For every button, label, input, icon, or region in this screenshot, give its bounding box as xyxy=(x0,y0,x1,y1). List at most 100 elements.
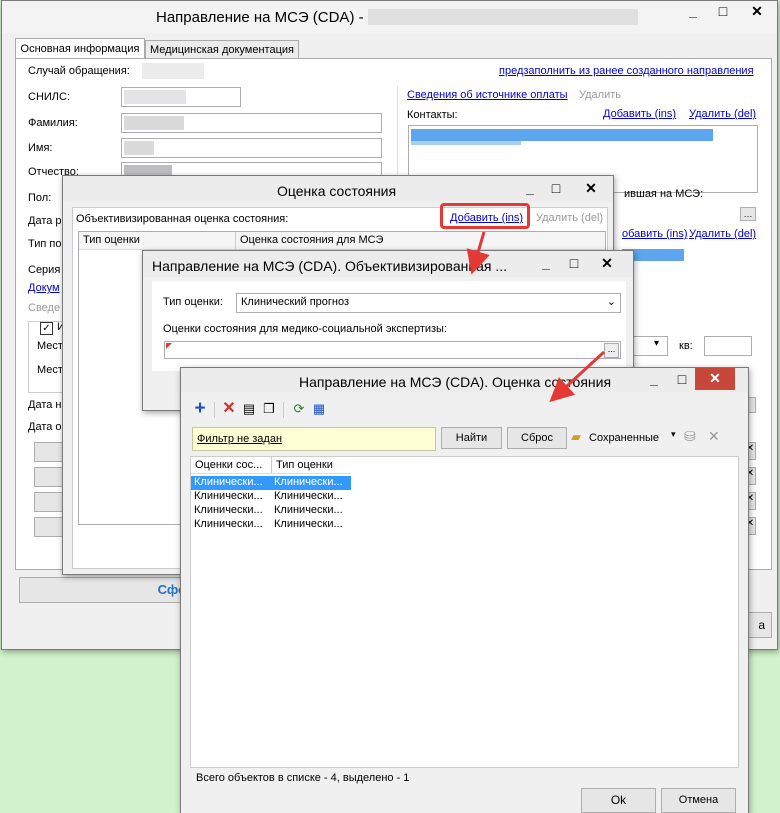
name-label: Имя: xyxy=(28,142,53,154)
place-label-1: Мест xyxy=(37,340,63,352)
picker-grid-header: Оценки сос... Тип оценки xyxy=(191,457,351,474)
obj-maximize-icon[interactable]: □ xyxy=(559,253,589,274)
assess-maximize-icon[interactable]: □ xyxy=(541,178,571,199)
tab-medical-docs[interactable]: Медицинская документация xyxy=(145,40,299,59)
close-icon[interactable]: ✕ xyxy=(737,1,777,22)
obj-minimize-icon[interactable]: _ xyxy=(531,253,561,274)
assess-col-type: Тип оценки xyxy=(83,234,140,246)
row-cell-type: Клинически... xyxy=(274,490,343,502)
picker-titlebar: Направление на МСЭ (CDA). Оценка состоян… xyxy=(181,368,748,392)
save-filter-icon[interactable]: ⛁ xyxy=(684,428,696,445)
saved-dropdown-icon[interactable]: ▾ xyxy=(671,429,676,440)
delete-icon[interactable]: ✕ xyxy=(221,401,237,417)
obj-title: Направление на МСЭ (CDA). Объективизиров… xyxy=(152,258,508,274)
row-cell-assessment: Клинически... xyxy=(194,504,263,516)
row-cell-type: Клинически... xyxy=(274,476,343,488)
main-title: Направление на МСЭ (CDA) - xyxy=(156,9,364,26)
surname-label: Фамилия: xyxy=(28,117,78,129)
minimize-icon[interactable]: _ xyxy=(678,1,708,22)
row-cell-assessment: Клинически... xyxy=(194,518,263,530)
doc-type-label: Тип по xyxy=(28,238,62,250)
obj-titlebar: Направление на МСЭ (CDA). Объективизиров… xyxy=(143,251,633,277)
ok-button[interactable]: Ok xyxy=(581,788,656,813)
table-row[interactable]: Клинически... Клинически... xyxy=(191,518,351,532)
picker-grid[interactable]: Оценки сос... Тип оценки Клинически... К… xyxy=(190,456,739,768)
obj-assess-field[interactable]: ... xyxy=(164,341,621,359)
find-button[interactable]: Найти xyxy=(441,427,502,449)
assess-add-link[interactable]: Добавить (ins) xyxy=(450,212,523,224)
picker-window: Направление на МСЭ (CDA). Оценка состоян… xyxy=(180,367,749,813)
assess-close-icon[interactable]: ✕ xyxy=(571,178,611,199)
row-cell-assessment: Клинически... xyxy=(194,490,263,502)
assess-col-divider xyxy=(235,232,236,249)
picker-close-icon[interactable]: ✕ xyxy=(695,368,735,390)
row-cell-type: Клинически... xyxy=(274,504,343,516)
picker-col-divider xyxy=(271,457,272,473)
toolbar-divider-2 xyxy=(283,402,284,418)
payment-delete: Удалить xyxy=(579,89,621,101)
table-row[interactable]: Клинически... Клинически... xyxy=(191,476,351,490)
checkbox-icon[interactable]: ✓ xyxy=(40,322,53,335)
assess-title: Оценка состояния xyxy=(277,183,397,199)
doc-link[interactable]: Докум xyxy=(28,282,60,294)
contacts-label: Контакты: xyxy=(407,109,458,121)
row-cell-assessment: Клинически... xyxy=(194,476,263,488)
picker-title: Направление на МСЭ (CDA). Оценка состоян… xyxy=(299,374,612,390)
surname-redacted xyxy=(124,116,184,130)
main-title-redacted xyxy=(368,9,638,25)
info-label: Сведе xyxy=(28,302,61,314)
required-marker-icon xyxy=(166,343,172,349)
obj-ellipsis-button[interactable]: ... xyxy=(604,343,619,358)
contacts-add-link[interactable]: Добавить (ins) xyxy=(603,108,676,120)
reset-button[interactable]: Сброс xyxy=(507,427,567,449)
add-icon[interactable]: + xyxy=(192,399,208,418)
assess-col-state: Оценка состояния для МСЭ xyxy=(240,234,384,246)
picker-minimize-icon[interactable]: _ xyxy=(639,369,669,390)
snils-label: СНИЛС: xyxy=(28,91,71,103)
payment-link[interactable]: Сведения об источнике оплаты xyxy=(407,89,568,101)
row-cell-type: Клинически... xyxy=(274,518,343,530)
cancel-button[interactable]: Отмена xyxy=(661,788,736,813)
prefill-link[interactable]: предзаполнить из ранее созданного направ… xyxy=(499,65,754,77)
saved-label[interactable]: Сохраненные xyxy=(589,432,659,444)
obj-type-select[interactable]: Клинический прогноз ⌄ xyxy=(236,293,621,313)
case-label: Случай обращения: xyxy=(28,65,130,77)
delete2-link[interactable]: Удалить (del) xyxy=(689,228,756,240)
assess-grid-header: Тип оценки Оценка состояния для МСЭ xyxy=(79,232,605,250)
quarter-label: кв: xyxy=(679,340,693,352)
obj-type-value: Клинический прогноз xyxy=(241,296,350,308)
obj-chevron-down-icon: ⌄ xyxy=(606,296,616,308)
export-icon[interactable]: ▦ xyxy=(311,401,327,417)
sent-label: ившая на МСЭ: xyxy=(624,188,704,200)
tab-main-info[interactable]: Основная информация xyxy=(15,38,145,59)
table-row[interactable]: Клинически... Клинически... xyxy=(191,504,351,518)
filter-box[interactable]: Фильтр не задан xyxy=(192,427,436,451)
picker-col-assessment: Оценки сос... xyxy=(195,459,263,471)
name-redacted xyxy=(124,141,154,155)
sent-ellipsis-button[interactable]: … xyxy=(740,207,756,221)
picker-col-type: Тип оценки xyxy=(276,459,333,471)
filter-text: Фильтр не задан xyxy=(197,433,283,445)
place-label-2: Мест xyxy=(37,364,63,376)
maximize-icon[interactable]: □ xyxy=(708,1,738,22)
table-row[interactable]: Клинически... Клинически... xyxy=(191,490,351,504)
contacts-row-selected[interactable] xyxy=(411,129,713,141)
assess-section-label: Объективизированная оценка состояния: xyxy=(76,213,289,225)
add2-link[interactable]: обавить (ins) xyxy=(622,228,687,240)
properties-icon[interactable]: ▤ xyxy=(241,401,257,417)
sex-label: Пол: xyxy=(28,192,52,204)
refresh-icon[interactable]: ⟳ xyxy=(291,401,307,417)
date-label-2: Дата о xyxy=(28,421,62,433)
date-label-1: Дата н xyxy=(28,399,62,411)
quarter-field[interactable] xyxy=(704,336,752,356)
picker-maximize-icon[interactable]: □ xyxy=(667,369,697,390)
obj-close-icon[interactable]: ✕ xyxy=(587,253,627,274)
name-field[interactable] xyxy=(121,138,382,158)
saved-folder-icon[interactable]: ▰ xyxy=(571,429,581,445)
obj-type-label: Тип оценки: xyxy=(163,296,223,308)
copy-icon[interactable]: ❐ xyxy=(261,401,277,417)
case-value xyxy=(142,63,204,79)
contacts-delete-link[interactable]: Удалить (del) xyxy=(689,108,756,120)
picker-toolbar: + ✕ ▤ ❐ ⟳ ▦ xyxy=(187,398,743,420)
clear-filter-icon[interactable]: ✕ xyxy=(708,428,720,445)
